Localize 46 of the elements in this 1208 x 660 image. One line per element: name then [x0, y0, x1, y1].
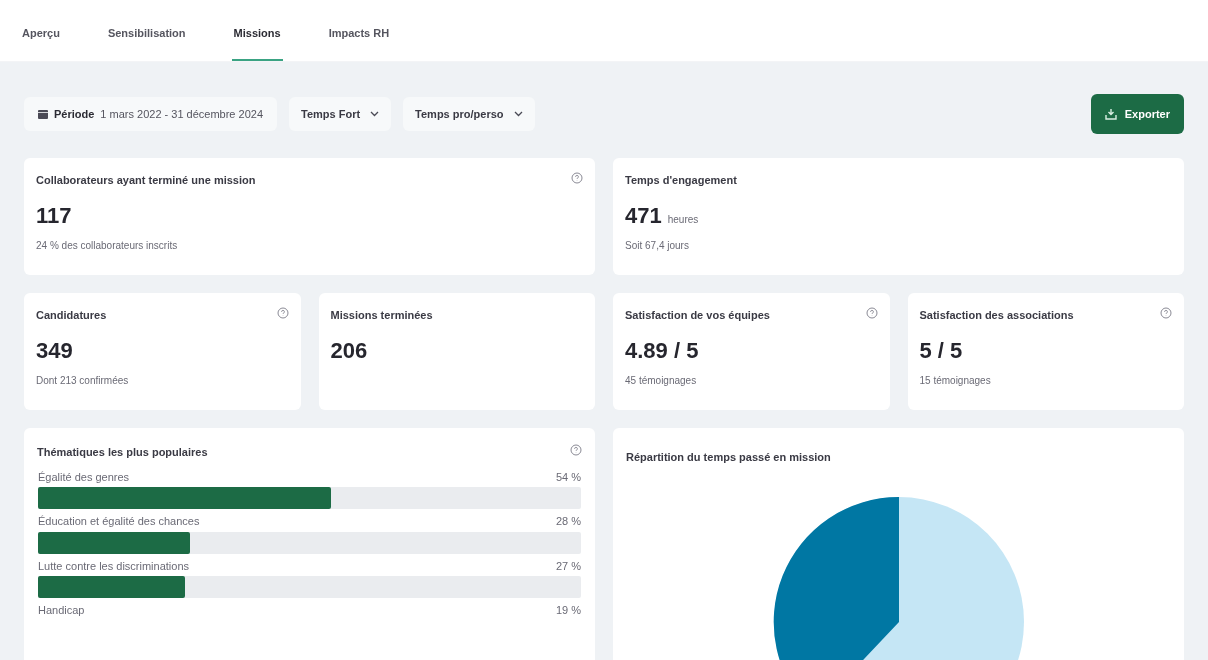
period-label: Période: [54, 106, 95, 122]
stat-subtitle: 45 témoignages: [625, 373, 698, 388]
stat-subtitle: 24 % des collaborateurs inscrits: [36, 238, 179, 253]
download-icon: [1104, 108, 1117, 120]
tab[interactable]: Impacts RH: [326, 8, 392, 61]
calendar-icon: [38, 109, 48, 119]
theme-label: Handicap: [38, 603, 85, 618]
theme-label: Éducation et égalité des chances: [38, 514, 200, 529]
filter-dropdown[interactable]: Temps pro/perso: [403, 97, 535, 131]
theme-percent: 27 %: [555, 558, 581, 574]
theme-percent: 54 %: [555, 469, 581, 485]
help-icon[interactable]: [570, 444, 582, 456]
tab[interactable]: Sensibilisation: [105, 8, 188, 61]
chevron-down-icon: [370, 111, 380, 117]
period-value: 1 mars 2022 - 31 décembre 2024: [100, 106, 263, 122]
help-icon[interactable]: [276, 307, 289, 319]
period-filter[interactable]: Période 1 mars 2022 - 31 décembre 2024: [24, 97, 277, 131]
stat-value: 206: [330, 336, 368, 365]
stat-value: 349: [36, 336, 73, 365]
help-icon[interactable]: [1160, 307, 1172, 319]
card-title: Thématiques les plus populaires: [37, 445, 208, 460]
stat-title: Collaborateurs ayant terminé une mission: [36, 173, 256, 188]
help-icon[interactable]: [865, 307, 878, 319]
stat-title: Satisfaction des associations: [919, 308, 1074, 323]
stat-title: Candidatures: [36, 308, 107, 323]
stat-subtitle: Dont 213 confirmées: [36, 373, 130, 388]
stat-title: Temps d'engagement: [625, 173, 737, 188]
chevron-down-icon: [513, 111, 523, 117]
help-icon[interactable]: [571, 172, 583, 184]
theme-label: Lutte contre les discriminations: [38, 558, 189, 574]
stat-value: 117: [36, 201, 72, 230]
stat-title: Missions terminées: [330, 308, 433, 323]
stat-value: 4.89 / 5: [625, 336, 699, 365]
card-title: Répartition du temps passé en mission: [626, 451, 831, 463]
theme-percent: 28 %: [555, 514, 581, 529]
export-button[interactable]: Exporter: [1090, 94, 1184, 134]
stat-subtitle: 15 témoignages: [919, 373, 992, 388]
stat-title: Satisfaction de vos équipes: [625, 308, 770, 323]
stat-subtitle: Soit 67,4 jours: [625, 238, 690, 253]
theme-label: Égalité des genres: [38, 469, 130, 485]
filter-dropdown[interactable]: Temps Fort: [289, 97, 392, 131]
stat-value: 5 / 5: [919, 336, 963, 365]
tab[interactable]: Aperçu: [20, 8, 62, 61]
theme-percent: 19 %: [555, 603, 581, 618]
stat-value: 471: [625, 201, 662, 230]
stat-unit: heures: [667, 212, 699, 227]
